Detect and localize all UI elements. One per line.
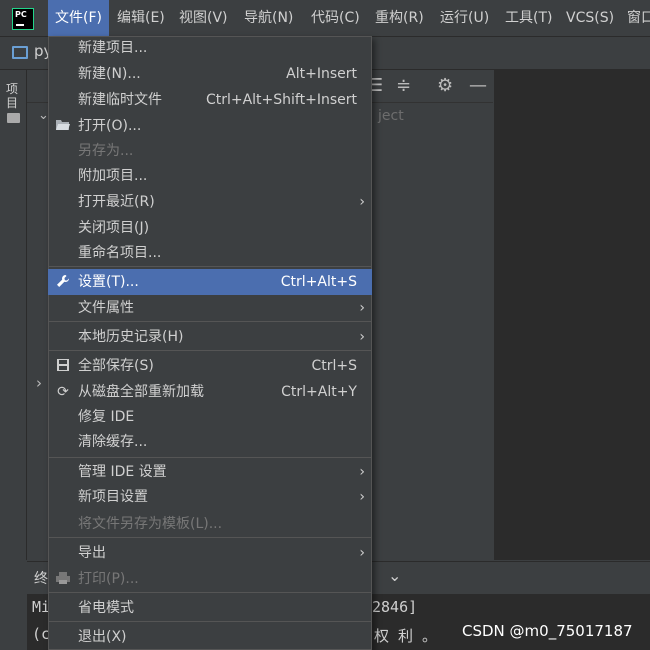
collapse-all-icon[interactable]: ≑ <box>396 75 411 96</box>
menu-item-save-as-template[interactable]: 将文件另存为模板(L)... <box>48 511 372 537</box>
menu-item-label: 新建临时文件 <box>78 92 162 108</box>
menu-item-label: 从磁盘全部重新加载 <box>78 384 204 400</box>
menu-item-settings[interactable]: 设置(T)... Ctrl+Alt+S <box>48 269 372 295</box>
menu-separator <box>49 457 371 458</box>
refresh-icon: ⟳ <box>57 384 69 400</box>
menu-item-new-scratch-file[interactable]: 新建临时文件 Ctrl+Alt+Shift+Insert <box>48 87 372 113</box>
menu-item-power-save-mode[interactable]: 省电模式 <box>48 595 372 621</box>
menu-item-rename-project[interactable]: 重命名项目... <box>48 240 372 266</box>
menu-navigate[interactable]: 导航(N) <box>244 0 293 36</box>
menu-item-label: 设置(T)... <box>78 274 139 290</box>
menu-item-label: 退出(X) <box>78 629 127 645</box>
project-folder-icon <box>12 46 28 59</box>
terminal-tab[interactable]: 终 <box>34 568 48 588</box>
menu-item-shortcut: Ctrl+Alt+Shift+Insert <box>205 92 357 108</box>
menu-item-label: 打印(P)... <box>78 571 139 587</box>
folder-icon <box>7 113 20 123</box>
menu-item-label: 文件属性 <box>78 300 134 316</box>
menu-separator <box>49 350 371 351</box>
menu-item-label: 修复 IDE <box>78 409 135 425</box>
watermark: CSDN @m0_75017187 <box>462 622 633 640</box>
menu-item-label: 将文件另存为模板(L)... <box>78 516 223 532</box>
menu-item-label: 关闭项目(J) <box>78 220 150 236</box>
menu-item-new[interactable]: 新建(N)... Alt+Insert <box>48 61 372 87</box>
left-tool-strip <box>0 70 27 560</box>
menu-item-label: 清除缓存... <box>78 434 148 450</box>
menu-item-label: 导出 <box>78 545 106 561</box>
menu-item-save-all[interactable]: 全部保存(S) Ctrl+S <box>48 353 372 379</box>
menu-item-new-project[interactable]: 新建项目... <box>48 35 372 61</box>
wrench-icon <box>55 269 71 295</box>
terminal-line-1-right: 2846] <box>372 598 418 616</box>
submenu-arrow-icon: › <box>359 329 365 345</box>
menu-item-close-project[interactable]: 关闭项目(J) <box>48 215 372 241</box>
chevron-right-icon[interactable]: › <box>36 374 42 392</box>
menu-item-shortcut: Ctrl+Alt+Y <box>281 384 357 400</box>
submenu-arrow-icon: › <box>359 300 365 316</box>
menu-item-label: 本地历史记录(H) <box>78 329 184 345</box>
submenu-arrow-icon: › <box>359 545 365 561</box>
menu-refactor[interactable]: 重构(R) <box>375 0 424 36</box>
menu-separator <box>49 321 371 322</box>
minimize-icon[interactable]: — <box>469 75 487 96</box>
menu-separator <box>49 537 371 538</box>
chevron-down-icon[interactable]: ⌄ <box>388 566 401 585</box>
folder-open-icon <box>55 113 71 139</box>
menu-item-shortcut: Alt+Insert <box>286 66 357 82</box>
submenu-arrow-icon: › <box>359 464 365 480</box>
menu-item-label: 新项目设置 <box>78 489 148 505</box>
menu-item-print[interactable]: 打印(P)... <box>48 566 372 592</box>
menu-item-label: 省电模式 <box>78 600 134 616</box>
menu-item-reload-all[interactable]: ⟳ 从磁盘全部重新加载 Ctrl+Alt+Y <box>48 379 372 405</box>
menu-item-manage-ide-settings[interactable]: 管理 IDE 设置 › <box>48 459 372 485</box>
menu-item-open[interactable]: 打开(O)... <box>48 113 372 139</box>
menu-window[interactable]: 窗口 <box>627 0 650 36</box>
menu-item-label: 另存为... <box>78 143 134 159</box>
menu-item-invalidate-caches[interactable]: 清除缓存... <box>48 429 372 455</box>
menu-item-open-recent[interactable]: 打开最近(R) › <box>48 189 372 215</box>
terminal-line-2-right: 权 利 。 <box>374 627 438 645</box>
menu-item-label: 附加项目... <box>78 168 148 184</box>
menu-item-label: 打开(O)... <box>78 118 142 134</box>
menu-file[interactable]: 文件(F) <box>48 0 109 36</box>
menu-item-export[interactable]: 导出 › <box>48 540 372 566</box>
menu-run[interactable]: 运行(U) <box>440 0 489 36</box>
menu-item-shortcut: Ctrl+S <box>311 358 357 374</box>
menu-item-repair-ide[interactable]: 修复 IDE <box>48 404 372 430</box>
menu-separator <box>49 621 371 622</box>
menu-item-label: 新建项目... <box>78 40 148 56</box>
menu-item-label: 管理 IDE 设置 <box>78 464 167 480</box>
menu-item-label: 全部保存(S) <box>78 358 154 374</box>
menu-item-file-properties[interactable]: 文件属性 › <box>48 295 372 321</box>
pycharm-logo-icon[interactable]: PC <box>12 8 34 30</box>
printer-icon <box>55 566 71 592</box>
menu-item-attach-project[interactable]: 附加项目... <box>48 163 372 189</box>
menu-item-exit[interactable]: 退出(X) <box>48 624 372 650</box>
gear-icon[interactable]: ⚙ <box>437 75 453 96</box>
menu-item-shortcut: Ctrl+Alt+S <box>280 274 357 290</box>
menu-item-local-history[interactable]: 本地历史记录(H) › <box>48 324 372 350</box>
logo-text: PC <box>15 10 27 19</box>
menu-tools[interactable]: 工具(T) <box>505 0 552 36</box>
menu-edit[interactable]: 编辑(E) <box>117 0 165 36</box>
menu-item-label: 打开最近(R) <box>78 194 155 210</box>
editor-area <box>494 70 650 560</box>
menu-item-new-project-settings[interactable]: 新项目设置 › <box>48 484 372 510</box>
menu-vcs[interactable]: VCS(S) <box>566 0 614 36</box>
menu-view[interactable]: 视图(V) <box>179 0 228 36</box>
menu-code[interactable]: 代码(C) <box>311 0 360 36</box>
menu-item-label: 重命名项目... <box>78 245 162 261</box>
menu-separator <box>49 592 371 593</box>
submenu-arrow-icon: › <box>359 194 365 210</box>
tree-hint-text: ject <box>378 108 404 124</box>
menu-separator <box>49 266 371 267</box>
menu-item-label: 新建(N)... <box>78 66 141 82</box>
menu-item-save-as[interactable]: 另存为... <box>48 138 372 164</box>
submenu-arrow-icon: › <box>359 489 365 505</box>
project-tool-tab[interactable]: 项目 <box>6 82 22 110</box>
save-icon <box>55 353 71 379</box>
